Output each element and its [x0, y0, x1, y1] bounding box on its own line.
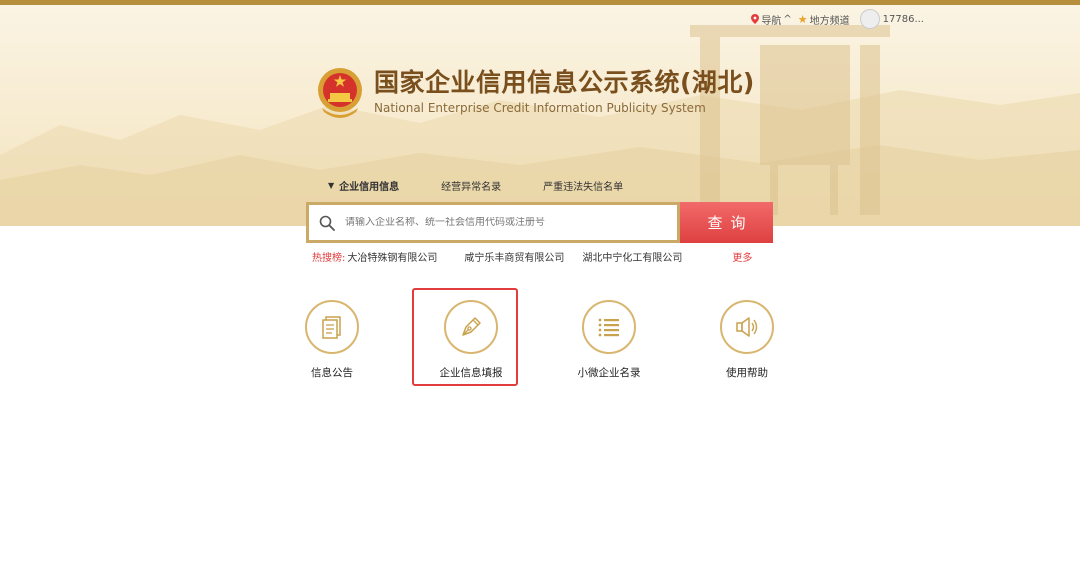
channel-label: 地方频道	[809, 15, 850, 27]
site-subtitle: National Enterprise Credit Information P…	[374, 101, 706, 115]
hot-search-item[interactable]: 湖北中宁化工有限公司	[582, 249, 682, 264]
nav-label: 导航	[761, 15, 782, 27]
local-channel-link[interactable]: ★ 地方频道	[798, 12, 850, 27]
search-input[interactable]	[345, 217, 665, 228]
tab-abnormal-list[interactable]: 经营异常名录	[441, 178, 501, 193]
tab-label: 企业信用信息	[339, 182, 400, 193]
document-icon	[322, 316, 341, 339]
feature-circle	[582, 300, 636, 354]
search-tabs: ▼ 企业信用信息 经营异常名录 严重违法失信名单	[328, 178, 665, 193]
feature-label: 信息公告	[311, 367, 353, 379]
feature-info-announcement[interactable]: 信息公告	[277, 300, 387, 380]
speaker-icon	[736, 317, 758, 337]
search-icon	[319, 215, 335, 231]
tab-label: 严重违法失信名单	[543, 182, 624, 193]
tab-credit-info[interactable]: ▼ 企业信用信息	[328, 178, 399, 193]
search-input-wrap	[306, 202, 680, 243]
triangle-down-icon: ▼	[328, 181, 335, 190]
search-button[interactable]: 查询	[680, 202, 773, 243]
national-emblem-icon	[318, 68, 362, 118]
more-link[interactable]: 更多	[732, 249, 752, 264]
hot-search-item[interactable]: 大冶特殊钢有限公司	[347, 249, 437, 264]
feature-label: 企业信息填报	[439, 367, 503, 379]
feature-shortcuts: 信息公告 企业信息填报 小微企业名录 使用帮助	[0, 300, 1080, 400]
feature-circle	[444, 300, 498, 354]
search-bar: 查询	[306, 202, 773, 243]
avatar	[859, 9, 880, 29]
feature-circle	[305, 300, 359, 354]
hot-search-item[interactable]: 咸宁乐丰商贸有限公司	[464, 249, 564, 264]
hot-search-label: 热搜榜:	[312, 253, 346, 264]
feature-micro-enterprise-list[interactable]: 小微企业名录	[554, 300, 664, 380]
tab-serious-violation-list[interactable]: 严重违法失信名单	[543, 178, 623, 193]
tab-label: 经营异常名录	[441, 182, 502, 193]
page-root: 导航 ^ ★ 地方频道 17786... 国家企业信用信息公示系统(湖北) Na…	[0, 0, 1080, 584]
feature-label: 小微企业名录	[577, 367, 641, 379]
user-account[interactable]: 17786...	[856, 9, 924, 29]
chevron-up-icon: ^	[783, 13, 792, 25]
feature-enterprise-report[interactable]: 企业信息填报	[416, 300, 526, 380]
hot-search-bar: 热搜榜: 大冶特殊钢有限公司 咸宁乐丰商贸有限公司 湖北中宁化工有限公司 更多	[312, 249, 772, 264]
top-nav: 导航 ^ ★ 地方频道 17786...	[745, 9, 924, 29]
location-pin-icon	[751, 14, 760, 24]
site-logo: 国家企业信用信息公示系统(湖北) National Enterprise Cre…	[316, 66, 755, 118]
pen-icon	[462, 317, 481, 336]
feature-circle	[720, 300, 774, 354]
feature-help[interactable]: 使用帮助	[692, 300, 802, 380]
user-label: 17786...	[882, 13, 924, 25]
site-title: 国家企业信用信息公示系统(湖北)	[374, 68, 755, 97]
star-icon: ★	[797, 12, 808, 26]
nav-menu[interactable]: 导航 ^	[751, 12, 792, 27]
list-icon	[598, 318, 619, 337]
feature-label: 使用帮助	[726, 367, 768, 379]
